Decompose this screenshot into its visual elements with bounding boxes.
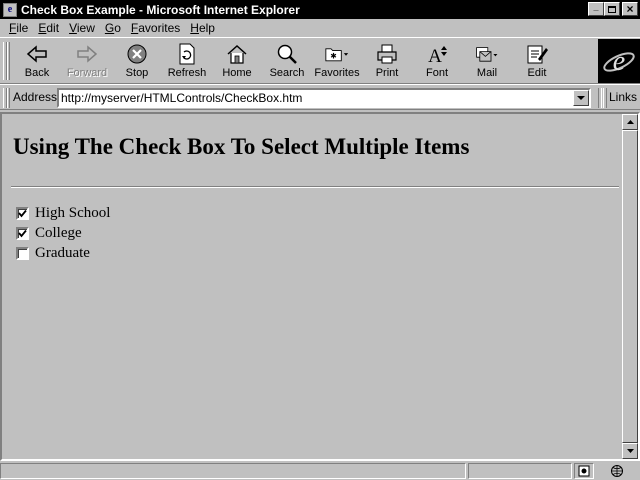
status-bar	[0, 462, 640, 480]
printer-icon	[375, 43, 399, 65]
checkbox-graduate[interactable]	[16, 247, 29, 260]
address-label: Address	[13, 90, 58, 104]
toolbar-grip-2[interactable]	[7, 42, 10, 80]
status-progress-panel	[468, 463, 572, 479]
favorites-button[interactable]: ✱ Favorites	[312, 40, 362, 82]
svg-text:✱: ✱	[330, 51, 337, 60]
address-box	[57, 88, 591, 108]
title-bar[interactable]: e Check Box Example - Microsoft Internet…	[0, 0, 640, 19]
stop-label: Stop	[125, 67, 149, 79]
close-icon: ×	[626, 2, 634, 16]
mail-label: Mail	[476, 67, 498, 79]
menu-edit[interactable]: Edit	[33, 21, 64, 35]
maximize-icon	[608, 5, 616, 13]
checkbox-label-graduate: Graduate	[35, 245, 90, 261]
forward-button[interactable]: Forward	[62, 40, 112, 82]
back-arrow-icon	[25, 43, 49, 65]
arrow-down-icon	[626, 449, 634, 453]
standard-toolbar: Back Forward Stop Refresh Home Search ✱ …	[0, 37, 640, 84]
vertical-scrollbar[interactable]	[622, 114, 638, 459]
menu-view[interactable]: View	[64, 21, 100, 35]
checkbox-label-high-school: High School	[35, 205, 111, 221]
ie-logo-icon: e	[603, 46, 635, 77]
home-label: Home	[222, 67, 252, 79]
arrow-up-icon	[626, 120, 634, 124]
close-button[interactable]: ×	[622, 2, 638, 16]
edit-page-icon	[525, 43, 549, 65]
chevron-down-icon	[577, 95, 585, 100]
links-button[interactable]: Links	[609, 90, 637, 104]
status-zone-panel	[596, 463, 638, 479]
checkbox-high-school[interactable]	[16, 207, 29, 220]
checkbox-row-graduate: Graduate	[16, 245, 90, 262]
minimize-button[interactable]: _	[588, 2, 604, 16]
menu-favorites[interactable]: Favorites	[126, 21, 185, 35]
scroll-up-button[interactable]	[622, 114, 638, 130]
links-grip[interactable]	[603, 88, 607, 108]
scroll-down-button[interactable]	[622, 443, 638, 459]
status-offline-panel	[574, 463, 594, 479]
print-label: Print	[375, 67, 399, 79]
menu-file[interactable]: File	[4, 21, 33, 35]
stop-icon	[125, 43, 149, 65]
print-button[interactable]: Print	[362, 40, 412, 82]
menu-help[interactable]: Help	[185, 21, 220, 35]
font-size-icon: A	[425, 43, 449, 65]
checkbox-label-college: College	[35, 225, 82, 241]
search-label: Search	[269, 67, 305, 79]
back-button[interactable]: Back	[12, 40, 62, 82]
svg-text:e: e	[613, 46, 625, 77]
checkbox-college[interactable]	[16, 227, 29, 240]
font-button[interactable]: A Font	[412, 40, 462, 82]
links-separator	[598, 88, 602, 108]
back-label: Back	[24, 67, 50, 79]
minimize-icon: _	[593, 1, 599, 12]
address-input[interactable]	[59, 90, 569, 106]
checkmark-icon	[18, 209, 27, 218]
search-button[interactable]: Search	[262, 40, 312, 82]
address-bar: Address Links	[0, 84, 640, 110]
ie-app-icon[interactable]: e	[3, 2, 17, 17]
search-icon	[275, 43, 299, 65]
edit-label: Edit	[527, 67, 547, 79]
home-button[interactable]: Home	[212, 40, 262, 82]
menu-go[interactable]: Go	[100, 21, 126, 35]
address-dropdown-button[interactable]	[573, 90, 589, 106]
browser-viewport: Using The Check Box To Select Multiple I…	[0, 112, 640, 461]
horizontal-rule	[11, 186, 619, 188]
refresh-label: Refresh	[167, 67, 207, 79]
toolbar-buttons: Back Forward Stop Refresh Home Search ✱ …	[12, 40, 562, 82]
refresh-icon	[175, 43, 199, 65]
stop-button[interactable]: Stop	[112, 40, 162, 82]
font-label: Font	[425, 67, 448, 79]
favorites-folder-icon: ✱	[325, 43, 349, 65]
mail-icon	[475, 43, 499, 65]
page-status-icon	[578, 465, 590, 477]
window-title: Check Box Example - Microsoft Internet E…	[21, 2, 300, 17]
svg-text:A: A	[428, 46, 442, 65]
menu-bar: File Edit View Go Favorites Help	[0, 19, 640, 37]
window-controls: _ ×	[588, 2, 638, 16]
favorites-label: Favorites	[314, 67, 360, 79]
ie-throbber-logo: e	[598, 39, 640, 83]
edit-button[interactable]: Edit	[512, 40, 562, 82]
forward-arrow-icon	[75, 43, 99, 65]
checkbox-row-college: College	[16, 225, 82, 242]
checkmark-icon	[18, 229, 27, 238]
page-content: Using The Check Box To Select Multiple I…	[2, 114, 622, 459]
refresh-button[interactable]: Refresh	[162, 40, 212, 82]
home-icon	[225, 43, 249, 65]
checkbox-row-high-school: High School	[16, 205, 110, 222]
address-grip-2[interactable]	[7, 88, 10, 108]
status-text-panel	[0, 463, 466, 479]
security-zone-icon	[611, 465, 623, 477]
mail-button[interactable]: Mail	[462, 40, 512, 82]
page-heading: Using The Check Box To Select Multiple I…	[13, 134, 470, 159]
scroll-thumb[interactable]	[622, 130, 638, 443]
forward-label: Forward	[66, 67, 108, 79]
maximize-button[interactable]	[604, 2, 620, 16]
